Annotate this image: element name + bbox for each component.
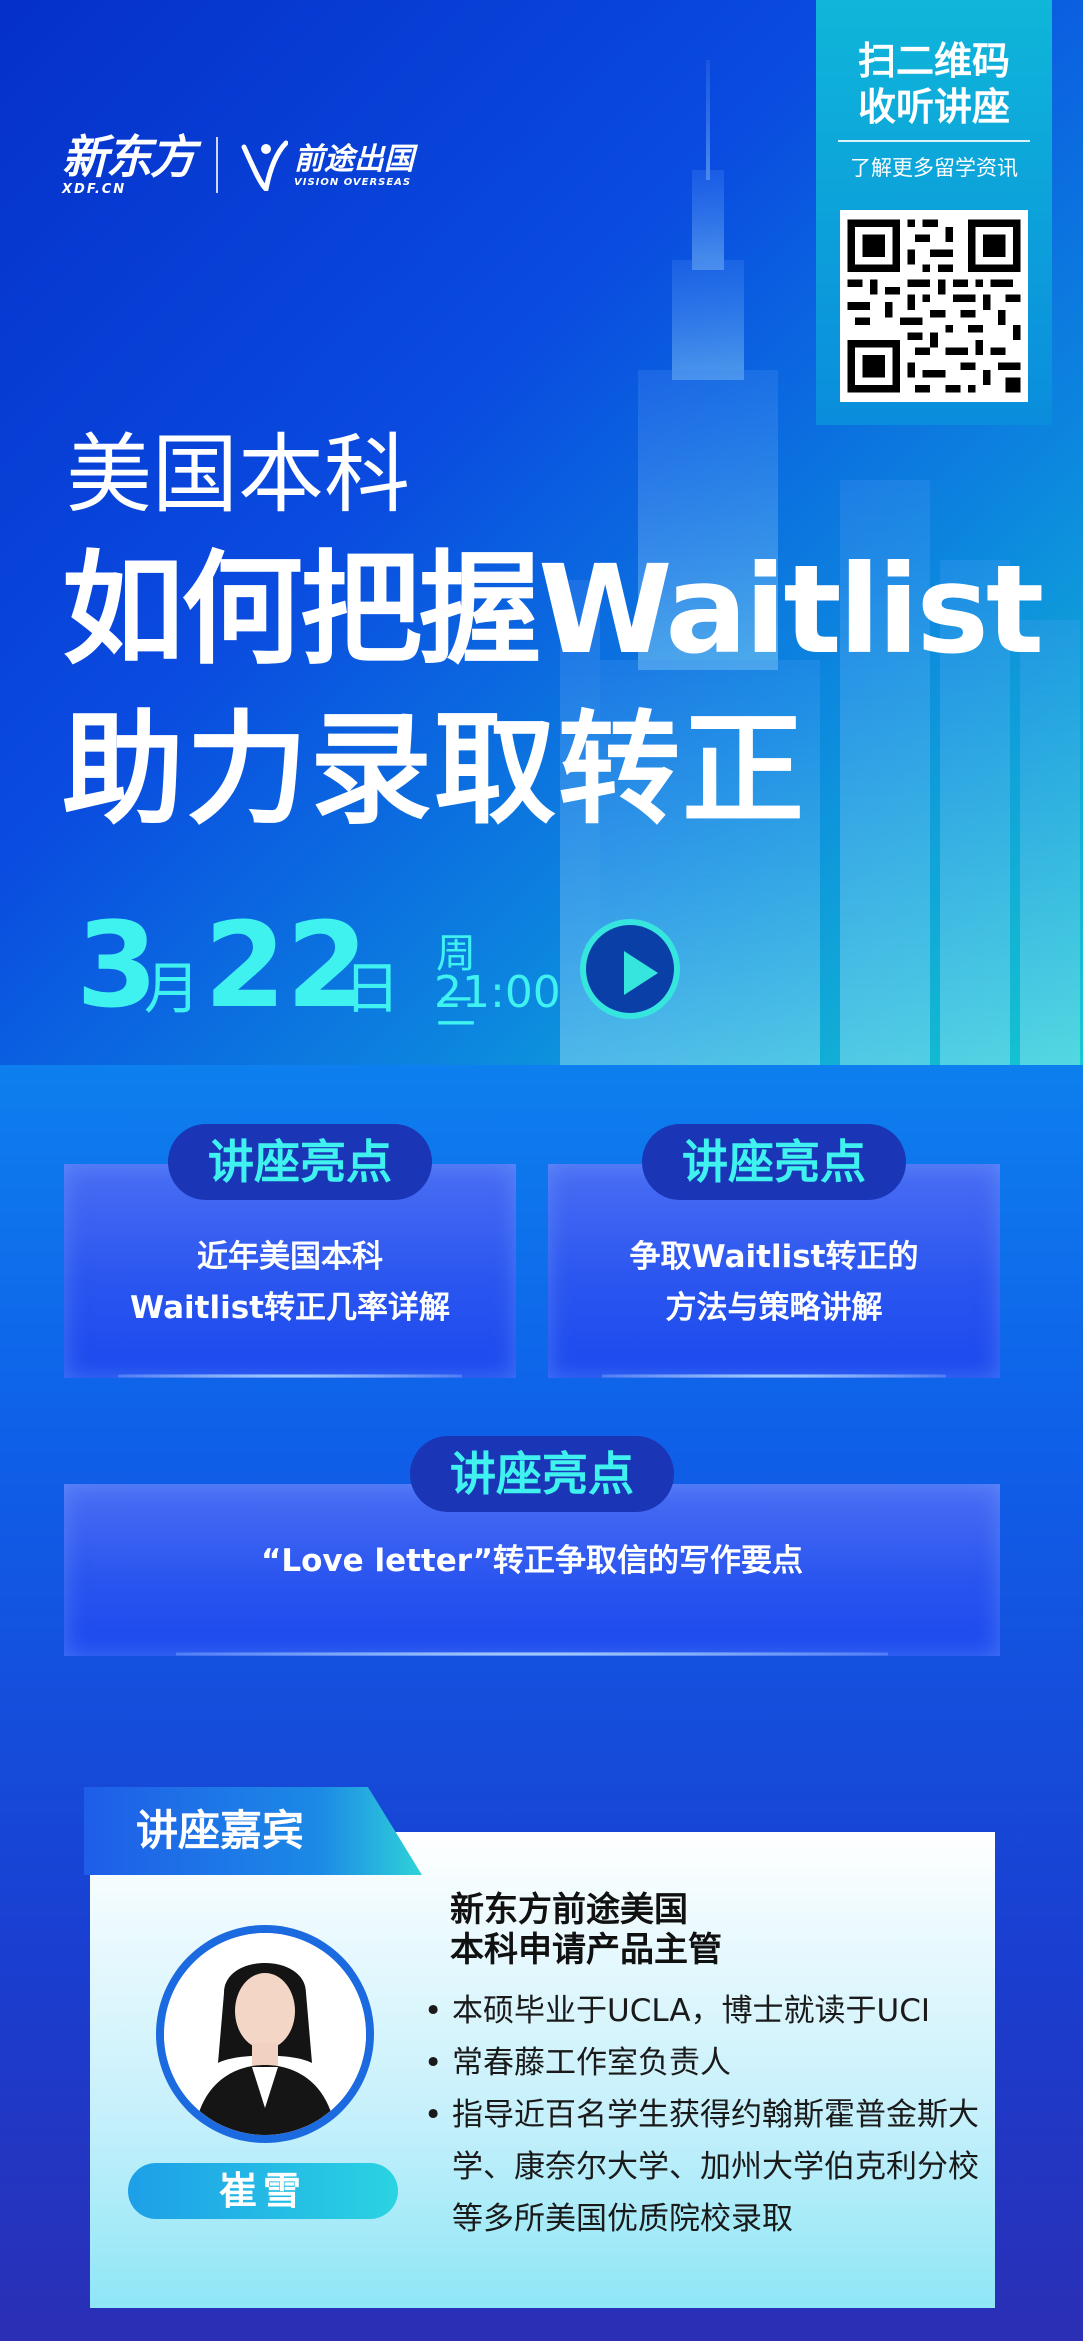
highlight-text: 争取Waitlist转正的 方法与策略讲解: [548, 1232, 1000, 1334]
speaker-title: 新东方前途美国 本科申请产品主管: [450, 1890, 722, 1970]
month-unit: 月: [144, 957, 200, 1022]
brand-logos: 新东方 XDF.CN 前途出国 VISION OVERSEAS: [62, 130, 414, 200]
bio-item: 指导近百名学生获得约翰斯霍普金斯大学、康奈尔大学、加州大学伯克利分校等多所美国优…: [424, 2089, 984, 2245]
start-time: 21:00: [434, 967, 561, 1018]
vision-overseas-logo: 前途出国 VISION OVERSEAS: [240, 139, 414, 191]
highlight-line: 近年美国本科: [197, 1239, 383, 1275]
speaker-title-line: 新东方前途美国: [450, 1890, 688, 1930]
highlight-tag: 讲座亮点: [642, 1124, 906, 1200]
logo-divider: [216, 137, 218, 193]
qr-code[interactable]: [840, 210, 1028, 402]
xdf-logo-domain: XDF.CN: [62, 181, 127, 197]
qr-divider: [838, 140, 1030, 142]
hero-title-line2: 助力录取转正: [62, 699, 806, 841]
card-glow: [602, 1374, 946, 1378]
guest-section-label: 讲座嘉宾: [84, 1787, 422, 1875]
highlight-line: 争取Waitlist转正的: [629, 1239, 919, 1275]
vision-overseas-cn: 前途出国: [294, 141, 414, 177]
highlight-text: “Love letter”转正争取信的写作要点: [261, 1543, 803, 1579]
hero-section: 新东方 XDF.CN 前途出国 VISION OVERSEAS 扫二维码 收听讲…: [0, 0, 1083, 1065]
highlight-line: 方法与策略讲解: [665, 1290, 883, 1326]
speaker-title-line: 本科申请产品主管: [450, 1930, 722, 1970]
card-glow: [176, 1652, 888, 1656]
poster: 新东方 XDF.CN 前途出国 VISION OVERSEAS 扫二维码 收听讲…: [0, 0, 1083, 2341]
qr-title-line1: 扫二维码: [857, 39, 1010, 83]
qr-panel: 扫二维码 收听讲座 了解更多留学资讯: [816, 0, 1052, 425]
highlight-tag: 讲座亮点: [410, 1436, 674, 1512]
qr-subtitle: 了解更多留学资讯: [850, 156, 1018, 180]
speaker-bio-list: 本硕毕业于UCLA，博士就读于UCI 常春藤工作室负责人 指导近百名学生获得约翰…: [424, 1985, 984, 2245]
xdf-logo-name: 新东方: [62, 129, 196, 184]
bio-item: 常春藤工作室负责人: [424, 2037, 984, 2089]
hero-title-line1: 如何把握Waitlist: [62, 539, 1044, 681]
bio-item: 本硕毕业于UCLA，博士就读于UCI: [424, 1985, 984, 2037]
qr-title: 扫二维码 收听讲座: [816, 38, 1052, 130]
vision-overseas-mark-icon: [241, 140, 288, 191]
vision-overseas-en: VISION OVERSEAS: [294, 176, 412, 188]
xdf-logo: 新东方 XDF.CN: [62, 129, 196, 197]
qr-title-line2: 收听讲座: [857, 85, 1010, 129]
card-glow: [118, 1374, 462, 1378]
day-unit: 日: [344, 957, 400, 1022]
speaker-name: 崔雪: [128, 2163, 398, 2219]
hero-subtitle: 美国本科: [66, 425, 410, 525]
highlight-tag: 讲座亮点: [168, 1124, 432, 1200]
speaker-avatar: [164, 1933, 366, 2135]
highlight-text: 近年美国本科 Waitlist转正几率详解: [64, 1232, 516, 1334]
play-button-icon[interactable]: [580, 919, 680, 1019]
highlight-line: Waitlist转正几率详解: [130, 1290, 450, 1326]
